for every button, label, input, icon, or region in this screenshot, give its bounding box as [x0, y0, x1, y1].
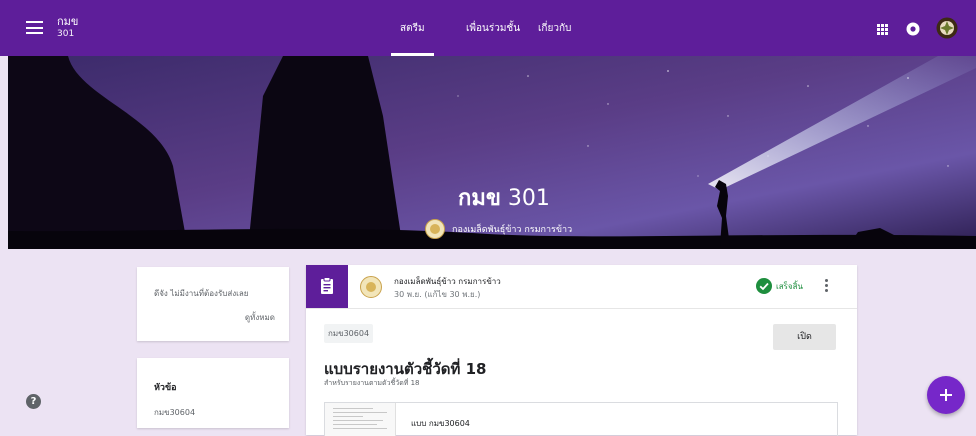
class-banner: กมข 301 กองเมล็ดพันธุ์ข้าว กรมการข้าว — [8, 56, 976, 249]
notifications-icon[interactable] — [906, 22, 920, 36]
banner-class-title: กมข 301 — [458, 180, 550, 215]
attachment-name: แบบ กมข30604 — [411, 419, 470, 428]
assignment-post: กองเมล็ดพันธุ์ข้าว กรมการข้าว 30 พ.ย. (แ… — [306, 265, 857, 436]
upcoming-card: ดีจัง ไม่มีงานที่ต้องรับส่งเลย ดูทั้งหมด — [137, 267, 289, 341]
class-name-label: กมข — [57, 15, 79, 28]
post-date: 30 พ.ย. (แก้ไข 30 พ.ย.) — [394, 290, 481, 299]
check-circle-icon — [756, 278, 772, 294]
assignment-badge — [306, 265, 348, 308]
topics-card: หัวข้อ กมข30604 — [137, 358, 289, 428]
help-icon[interactable]: ? — [26, 394, 41, 409]
view-all-link[interactable]: ดูทั้งหมด — [245, 311, 275, 324]
class-section-label: 301 — [57, 29, 75, 39]
open-button[interactable]: เปิด — [773, 324, 836, 350]
assignment-description: สำหรับรายงานตามตัวชี้วัดที่ 18 — [324, 379, 420, 387]
topic-chip: กมข30604 — [324, 324, 374, 343]
attachment-thumbnail — [325, 403, 396, 436]
banner-title-section: 301 — [500, 186, 550, 211]
tab-stream[interactable]: สตรีม — [391, 0, 433, 56]
author-seal-icon — [360, 276, 382, 298]
more-options-icon[interactable] — [825, 279, 829, 295]
post-header: กองเมล็ดพันธุ์ข้าว กรมการข้าว 30 พ.ย. (แ… — [306, 265, 857, 309]
post-author: กองเมล็ดพันธุ์ข้าว กรมการข้าว — [394, 277, 501, 286]
account-avatar[interactable] — [936, 17, 958, 39]
upcoming-message: ดีจัง ไม่มีงานที่ต้องรับส่งเลย — [154, 289, 249, 298]
add-fab-button[interactable] — [927, 376, 965, 414]
apps-grid-icon[interactable] — [877, 24, 888, 35]
owner-seal-icon — [425, 219, 445, 239]
banner-title-bold: กมข — [458, 186, 501, 211]
tab-about[interactable]: เกี่ยวกับ — [538, 0, 571, 56]
attachment-card[interactable]: แบบ กมข30604 — [324, 402, 838, 436]
tab-classmates[interactable]: เพื่อนร่วมชั้น — [466, 0, 520, 56]
top-app-bar: กมข 301 สตรีม เพื่อนร่วมชั้น เกี่ยวกับ — [0, 0, 976, 56]
class-title[interactable]: กมข 301 — [57, 16, 78, 40]
banner-owner-name: กองเมล็ดพันธุ์ข้าว กรมการข้าว — [452, 225, 573, 235]
topics-heading: หัวข้อ — [154, 383, 177, 393]
status-done: เสร็จสิ้น — [776, 282, 803, 291]
assignment-icon — [321, 277, 333, 294]
topic-link[interactable]: กมข30604 — [154, 406, 195, 419]
menu-icon[interactable] — [26, 21, 43, 34]
banner-owner: กองเมล็ดพันธุ์ข้าว กรมการข้าว — [425, 219, 572, 239]
